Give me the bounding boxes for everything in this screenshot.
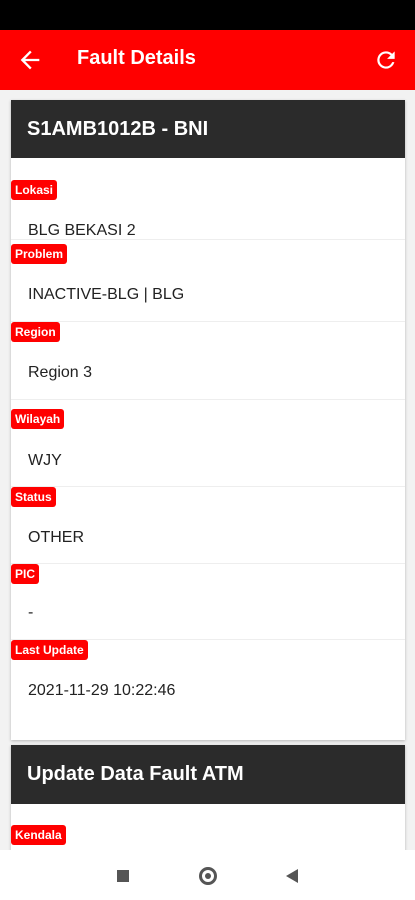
field-label: Wilayah [11, 409, 65, 429]
system-nav-bar [0, 850, 415, 900]
field-last-update: Last Update 2021-11-29 10:22:46 [11, 640, 405, 720]
update-fault-card: Update Data Fault ATM Kendala [11, 745, 405, 850]
field-value: OTHER [28, 529, 84, 546]
circle-icon[interactable] [199, 867, 217, 885]
field-label: Status [11, 487, 56, 507]
field-pic: PIC - [11, 564, 405, 640]
field-value: - [28, 604, 34, 621]
card-title: Update Data Fault ATM [27, 763, 244, 785]
card-title: S1AMB1012B - BNI [27, 117, 209, 140]
triangle-back-icon[interactable] [286, 869, 298, 883]
field-label: Kendala [11, 825, 66, 845]
field-value: WJY [28, 452, 62, 469]
field-label: Problem [11, 244, 68, 264]
fault-detail-card: S1AMB1012B - BNI Lokasi BLG BEKASI 2 Pro… [11, 100, 405, 740]
refresh-icon[interactable] [373, 47, 399, 73]
field-wilayah: Wilayah WJY [11, 400, 405, 487]
field-value: Region 3 [28, 364, 93, 381]
page-title: Fault Details [77, 47, 196, 69]
card-header: Update Data Fault ATM [11, 745, 405, 804]
card-header: S1AMB1012B - BNI [11, 100, 405, 158]
field-value: BLG BEKASI 2 [28, 222, 136, 239]
field-label: PIC [11, 564, 40, 584]
field-status: Status OTHER [11, 487, 405, 564]
status-bar [0, 0, 415, 30]
arrow-left-icon[interactable] [16, 46, 44, 74]
square-icon[interactable] [117, 870, 129, 882]
field-value: INACTIVE-BLG | BLG [28, 286, 185, 303]
field-kendala: Kendala [11, 804, 405, 850]
field-label: Region [11, 322, 60, 342]
field-problem: Problem INACTIVE-BLG | BLG [11, 240, 405, 322]
content-scroll[interactable]: S1AMB1012B - BNI Lokasi BLG BEKASI 2 Pro… [0, 90, 415, 850]
field-value: 2021-11-29 10:22:46 [28, 682, 176, 699]
field-label: Lokasi [11, 180, 58, 200]
field-lokasi: Lokasi BLG BEKASI 2 [11, 158, 405, 240]
app-bar: Fault Details [0, 30, 415, 90]
field-region: Region Region 3 [11, 322, 405, 400]
field-label: Last Update [11, 640, 88, 660]
